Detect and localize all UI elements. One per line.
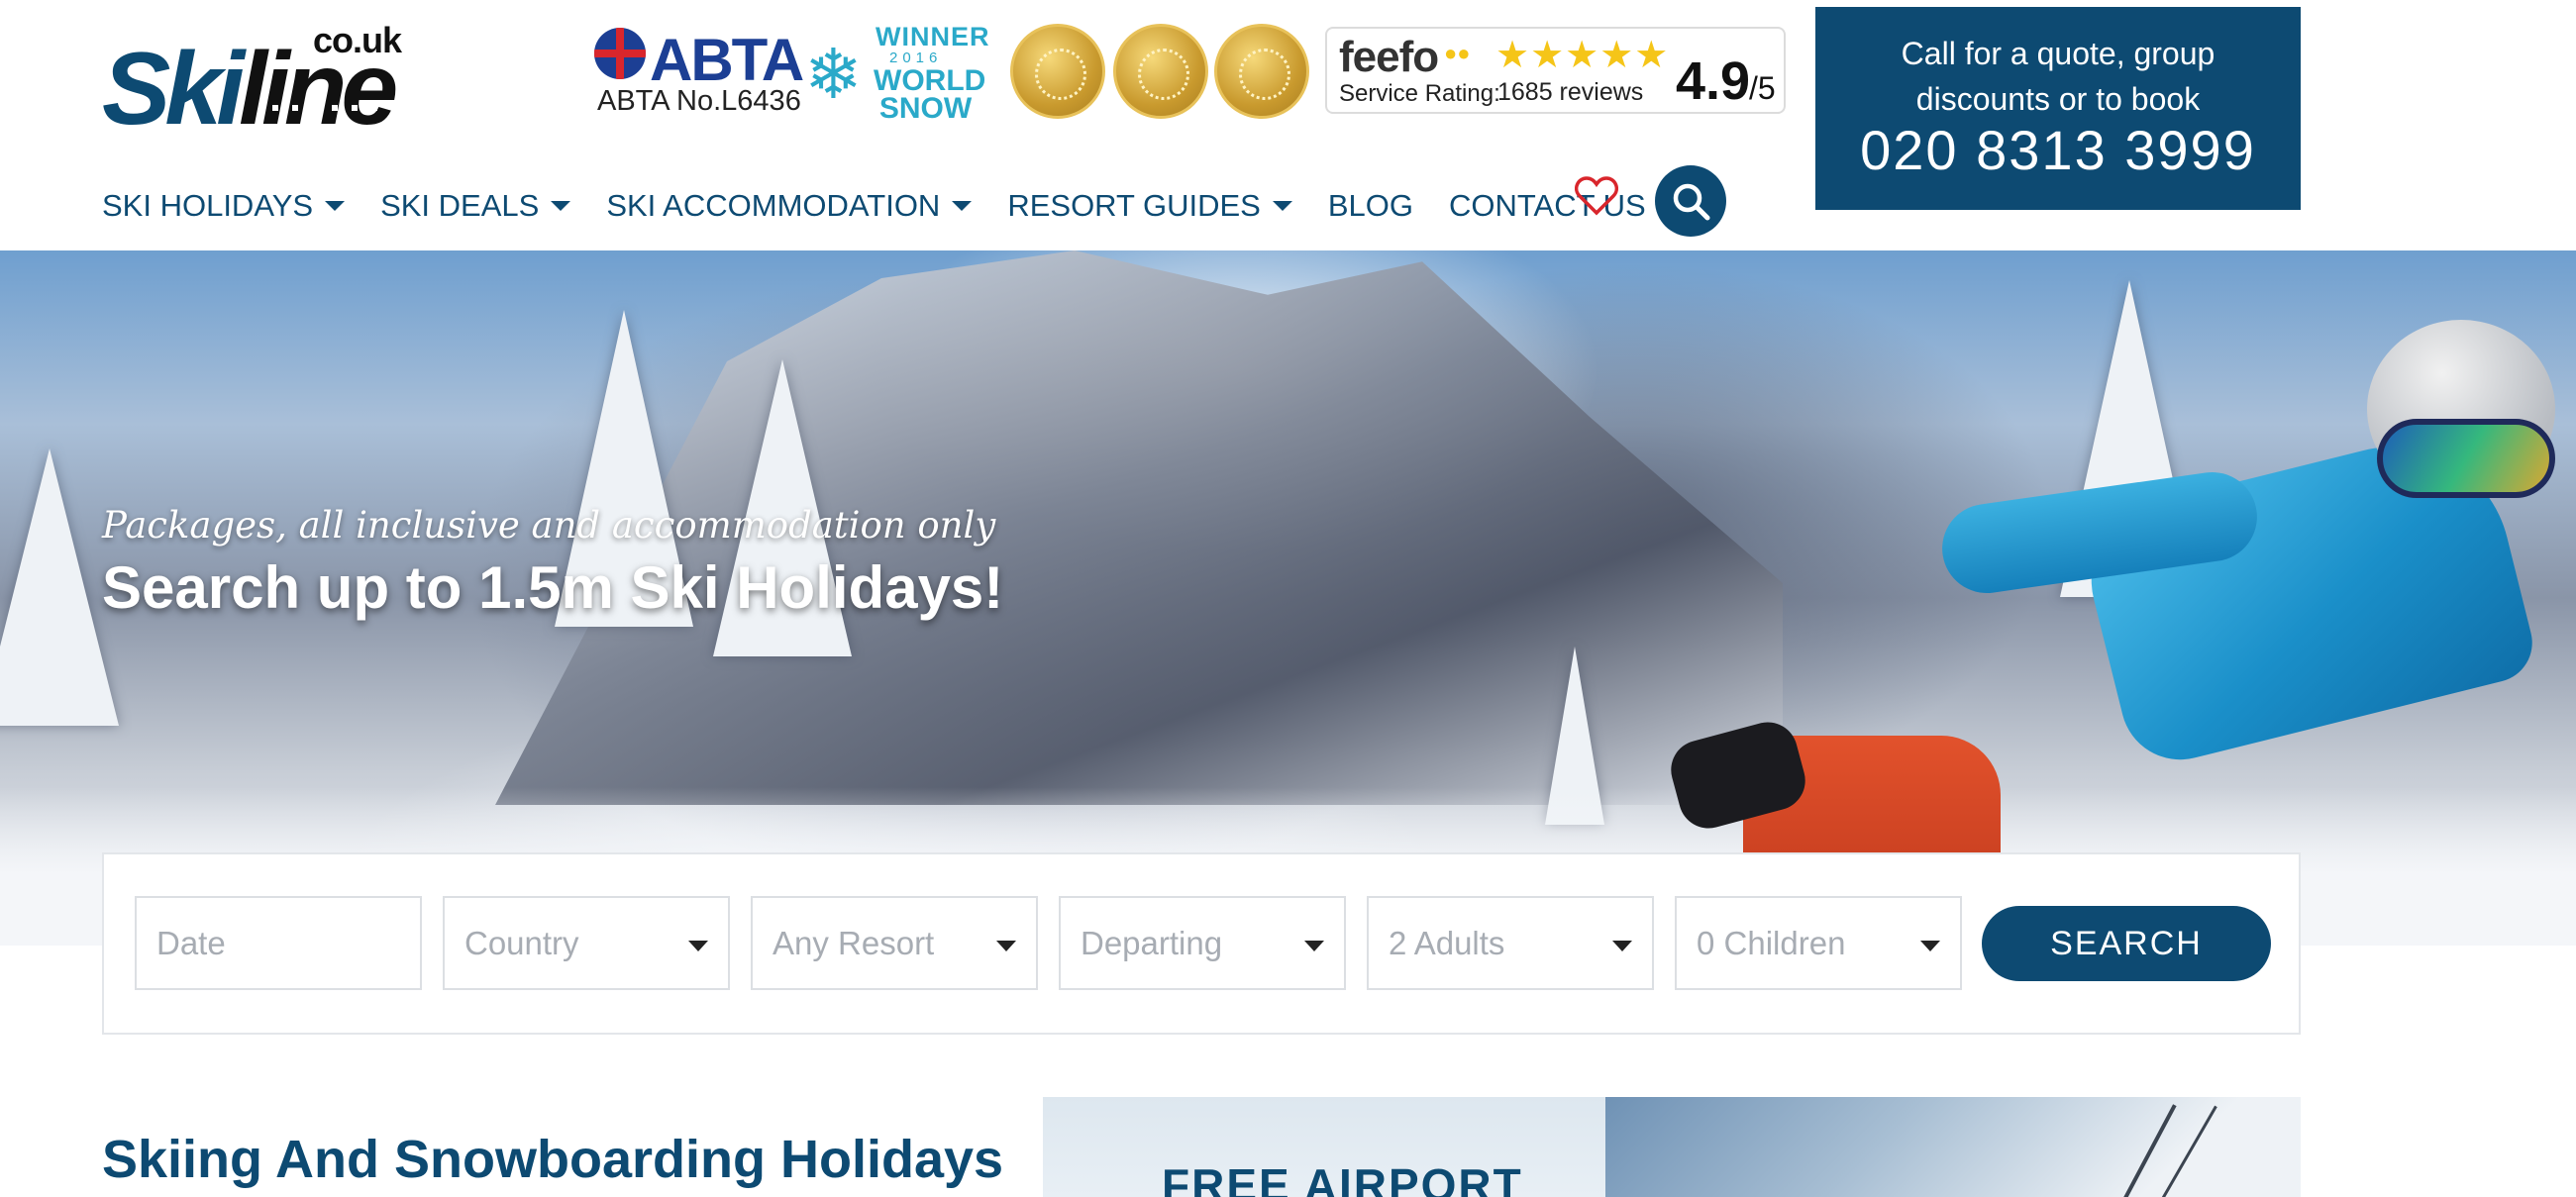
adults-select[interactable]: 2 Adults [1367,896,1654,990]
abta-globe-icon [594,28,646,79]
chevron-down-icon [996,941,1016,951]
free-airport-promo[interactable]: FREE AIRPORT [1043,1097,1605,1197]
search-submit-button[interactable]: SEARCH [1982,906,2271,981]
award-title: WORLD SNOW [874,64,986,125]
holiday-search-form: Date Country Any Resort Departing 2 Adul… [102,852,2301,1035]
skiline-logo[interactable]: Skiline co.uk [102,20,419,141]
award-medal-icon [1113,24,1208,119]
call-box-text: Call for a quote, group discounts or to … [1901,36,2215,117]
date-input[interactable]: Date [135,896,422,990]
hero-banner: Packages, all inclusive and accommodatio… [0,250,2576,946]
feefo-out-of: /5 [1749,70,1776,106]
feefo-score: 4.9 [1676,51,1751,111]
main-nav: SKI HOLIDAYS SKI DEALS SKI ACCOMMODATION… [102,181,1682,231]
world-ski-awards-badges[interactable] [1010,24,1309,119]
promo-text: FREE AIRPORT [1162,1159,1523,1197]
snowflake-icon: ❄ [804,36,863,113]
chevron-down-icon [1920,941,1940,951]
feefo-logo: feefo [1339,33,1439,81]
skier-image [1664,320,2555,914]
nav-ski-accommodation[interactable]: SKI ACCOMMODATION [606,188,973,224]
caret-down-icon [952,201,973,211]
nav-resort-guides[interactable]: RESORT GUIDES [1007,188,1292,224]
world-snow-awards-badge[interactable]: ❄ WINNER 2016 WORLD SNOW [804,22,989,125]
logo-suffix: co.uk [313,20,402,60]
award-medal-icon [1010,24,1105,119]
caret-down-icon [551,201,571,211]
caret-down-icon [1272,201,1292,211]
chevron-down-icon [1612,941,1632,951]
heart-icon[interactable] [1575,176,1618,216]
departing-select[interactable]: Departing [1059,896,1346,990]
abta-badge[interactable]: ABTA ABTA No.L6436 [594,27,804,117]
award-winner-label: WINNER [876,22,990,51]
feefo-review-count: 1685 reviews [1497,78,1644,106]
nav-ski-holidays[interactable]: SKI HOLIDAYS [102,188,346,224]
feefo-eyes-icon: ●● [1444,41,1471,65]
phone-number[interactable]: 020 8313 3999 [1815,118,2301,182]
country-select[interactable]: Country [443,896,730,990]
snow-tree-image [0,449,119,726]
section-title: Skiing And Snowboarding Holidays [102,1130,1004,1189]
children-select[interactable]: 0 Children [1675,896,1962,990]
chevron-down-icon [688,941,708,951]
caret-down-icon [325,201,346,211]
feefo-stars: ★★★★★ [1495,35,1670,76]
hero-title: Search up to 1.5m Ski Holidays! [102,554,1004,621]
chevron-down-icon [1304,941,1324,951]
abta-number: ABTA No.L6436 [597,85,801,117]
search-icon [1673,183,1710,221]
logo-stripes [272,105,411,111]
site-header: Skiline co.uk ABTA ABTA No.L6436 ❄ WINNE… [0,0,2576,250]
abta-name: ABTA [650,27,804,93]
call-to-book-box[interactable]: Call for a quote, group discounts or to … [1815,7,2301,210]
award-medal-icon [1214,24,1309,119]
feefo-rating-widget[interactable]: feefo ●● ★★★★★ Service Rating: 1685 revi… [1325,27,1786,114]
nav-ski-deals[interactable]: SKI DEALS [380,188,571,224]
resort-select[interactable]: Any Resort [751,896,1038,990]
feefo-label: Service Rating: [1339,80,1500,107]
nav-blog[interactable]: BLOG [1328,188,1413,224]
search-button[interactable] [1655,165,1726,237]
promo-image[interactable] [1605,1097,2301,1197]
hero-subtitle: Packages, all inclusive and accommodatio… [102,504,996,547]
